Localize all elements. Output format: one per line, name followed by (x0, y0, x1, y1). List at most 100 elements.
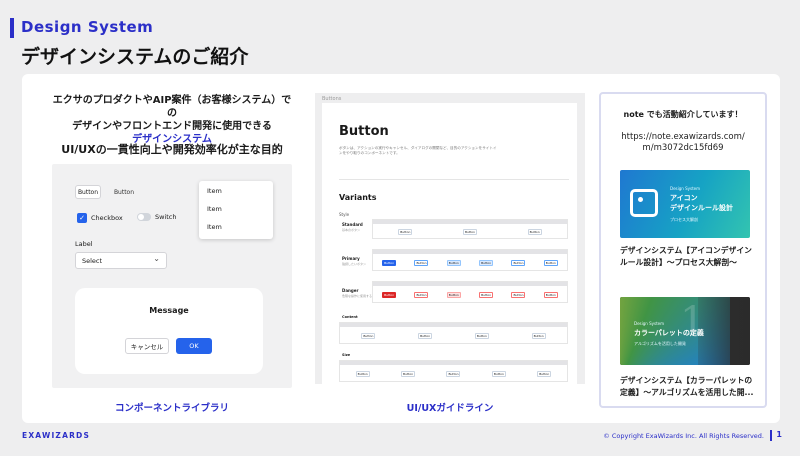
variant-button: Button (418, 332, 433, 339)
variant-row-primary: Button Button Button Button Button Butto… (372, 249, 568, 271)
variant-button: Button (398, 228, 413, 235)
row-label-danger: Danger (342, 288, 359, 293)
thumb-title-line-2: デザインルール設計 (670, 204, 733, 212)
thumb-sub: アルゴリズムを活用した開発 (634, 341, 686, 346)
row-label-standard: Standard (342, 222, 363, 227)
page-divider (770, 430, 772, 441)
switch-knob (138, 214, 144, 220)
note-url-line-2: m/m3072dc15fd69 (642, 143, 724, 153)
component-library-preview: Button Button ✓ Checkbox Switch Item Ite… (52, 164, 292, 388)
content-card: エクサのプロダクトやAIP案件（お客様システム）での デザインやフロントエンド開… (22, 74, 780, 423)
article-title-color-palette[interactable]: デザインシステム【カラーパレットの 定義】〜アルゴリズムを活用した開... (620, 375, 755, 398)
dropdown-item[interactable]: Item (199, 181, 273, 199)
sample-switch[interactable]: Switch (137, 213, 177, 221)
thumb-title-line-1: アイコン (670, 194, 698, 202)
sample-outline-button[interactable]: Button (75, 185, 101, 199)
variant-button: Button (414, 259, 429, 266)
article-thumbnail-icon-design[interactable]: Design System アイコン デザインルール設計 プロセス大解剖 (620, 170, 750, 238)
style-label: Style (339, 212, 350, 217)
note-heading: note でも活動紹介しています！ (623, 110, 743, 119)
tag-icon (630, 189, 658, 217)
variant-row-standard: Button Button Button (372, 219, 568, 239)
select-value: Select (82, 257, 103, 265)
thumb-small-label: Design System (634, 321, 664, 326)
page-title: デザインシステムのご紹介 (21, 46, 249, 68)
variant-button: Button (474, 332, 489, 339)
sample-dialog: Message キャンセル OK (75, 288, 263, 374)
variant-button: Button (446, 259, 461, 266)
copyright: © Copyright ExaWizards Inc. All Rights R… (603, 432, 764, 440)
note-url[interactable]: https://note.exawizards.com/ m/m3072dc15… (601, 132, 765, 154)
variant-button: Button (414, 291, 429, 298)
note-panel: note でも活動紹介しています！ https://note.exawizard… (599, 92, 767, 408)
variant-row-danger: Button Button Button Button Button Butto… (372, 281, 568, 303)
variant-row-size: Button Button Button Button Button (339, 360, 568, 382)
variant-button: Button (537, 370, 552, 377)
guideline-preview: Buttons Button ボタンは、アクションの実行やキャンセル、ダイアログ… (315, 93, 585, 384)
intro-text: エクサのプロダクトやAIP案件（お客様システム）での デザインやフロントエンド開… (52, 94, 292, 146)
guideline-caption[interactable]: UI/UXガイドライン (315, 400, 585, 414)
variant-button: Button (543, 259, 558, 266)
chevron-down-icon: ⌄ (153, 254, 160, 263)
goal-text: UI/UXの一貫性向上や開発効率化が主な目的 (61, 143, 283, 156)
thumb-title: カラーパレットの定義 (634, 329, 704, 337)
variants-heading: Variants (339, 193, 377, 202)
switch-label: Switch (155, 213, 177, 221)
component-library-caption[interactable]: コンポーネントライブラリ (52, 400, 292, 414)
dialog-cancel-button[interactable]: キャンセル (125, 338, 169, 354)
variant-button: Button (446, 291, 461, 298)
dialog-title: Message (149, 306, 189, 315)
variant-button: Button (382, 291, 397, 298)
content-label: Content (342, 315, 358, 319)
guideline-title: Button (339, 124, 389, 139)
variant-button: Button (511, 291, 526, 298)
variant-button: Button (543, 291, 558, 298)
variant-button: Button (462, 228, 477, 235)
article-thumbnail-color-palette[interactable]: 1 Design System カラーパレットの定義 アルゴリズムを活用した開発 (620, 297, 750, 365)
variant-button: Button (361, 332, 376, 339)
checkbox-label: Checkbox (91, 214, 123, 222)
intro-line-2: デザインやフロントエンド開発に使用できる (72, 121, 272, 132)
variant-button: Button (527, 228, 542, 235)
variant-button: Button (446, 370, 461, 377)
variant-button: Button (531, 332, 546, 339)
variant-button: Button (401, 370, 416, 377)
thumb-small-label: Design System (670, 186, 700, 191)
dropdown-item[interactable]: Item (199, 217, 273, 235)
switch-track (137, 213, 151, 221)
row-sub-standard: 基本のボタン (342, 228, 361, 232)
size-label: Size (342, 353, 351, 357)
variant-row-content: Button Button Button Button (339, 322, 568, 344)
exawizards-logo: EXAWIZARDS (22, 431, 91, 440)
accent-bar (10, 18, 14, 38)
breadcrumb: Buttons (322, 96, 342, 102)
sample-select[interactable]: Select ⌄ (75, 252, 167, 269)
note-url-line-1: https://note.exawizards.com/ (621, 132, 745, 142)
variant-button: Button (491, 370, 506, 377)
article-title-icon-design[interactable]: デザインシステム【アイコンデザインルール設計】〜プロセス大解剖〜 (620, 245, 755, 268)
dialog-ok-button[interactable]: OK (176, 338, 212, 354)
divider (339, 179, 569, 180)
sample-checkbox[interactable]: ✓ Checkbox (77, 213, 123, 223)
article-title-line-1: デザインシステム【カラーパレットの (620, 376, 753, 385)
check-icon: ✓ (77, 213, 87, 223)
row-label-primary: Primary (342, 256, 360, 261)
page-number: 1 (776, 430, 782, 439)
dropdown-item[interactable]: Item (199, 199, 273, 217)
variant-button: Button (479, 259, 494, 266)
decorative-number: 1 (680, 299, 706, 345)
guideline-description: ボタンは、アクションの実行やキャンセル、ダイアログの開閉など、目的のアクションを… (339, 146, 497, 155)
sample-dropdown-menu: Item Item Item (199, 181, 273, 239)
variant-button: Button (479, 291, 494, 298)
intro-line-1: エクサのプロダクトやAIP案件（お客様システム）での (52, 95, 292, 119)
article-title-line-2: 定義】〜アルゴリズムを活用した開... (620, 387, 754, 397)
row-sub-primary: 強調したいボタン (342, 262, 367, 266)
variant-button: Button (511, 259, 526, 266)
thumb-sub: プロセス大解剖 (670, 217, 698, 222)
select-label: Label (75, 240, 93, 248)
sample-plain-button[interactable]: Button (110, 185, 138, 199)
variant-button: Button (382, 259, 397, 266)
variant-button: Button (355, 370, 370, 377)
section-label: Design System (21, 18, 154, 36)
guideline-page: Button ボタンは、アクションの実行やキャンセル、ダイアログの開閉など、目的… (322, 103, 577, 384)
